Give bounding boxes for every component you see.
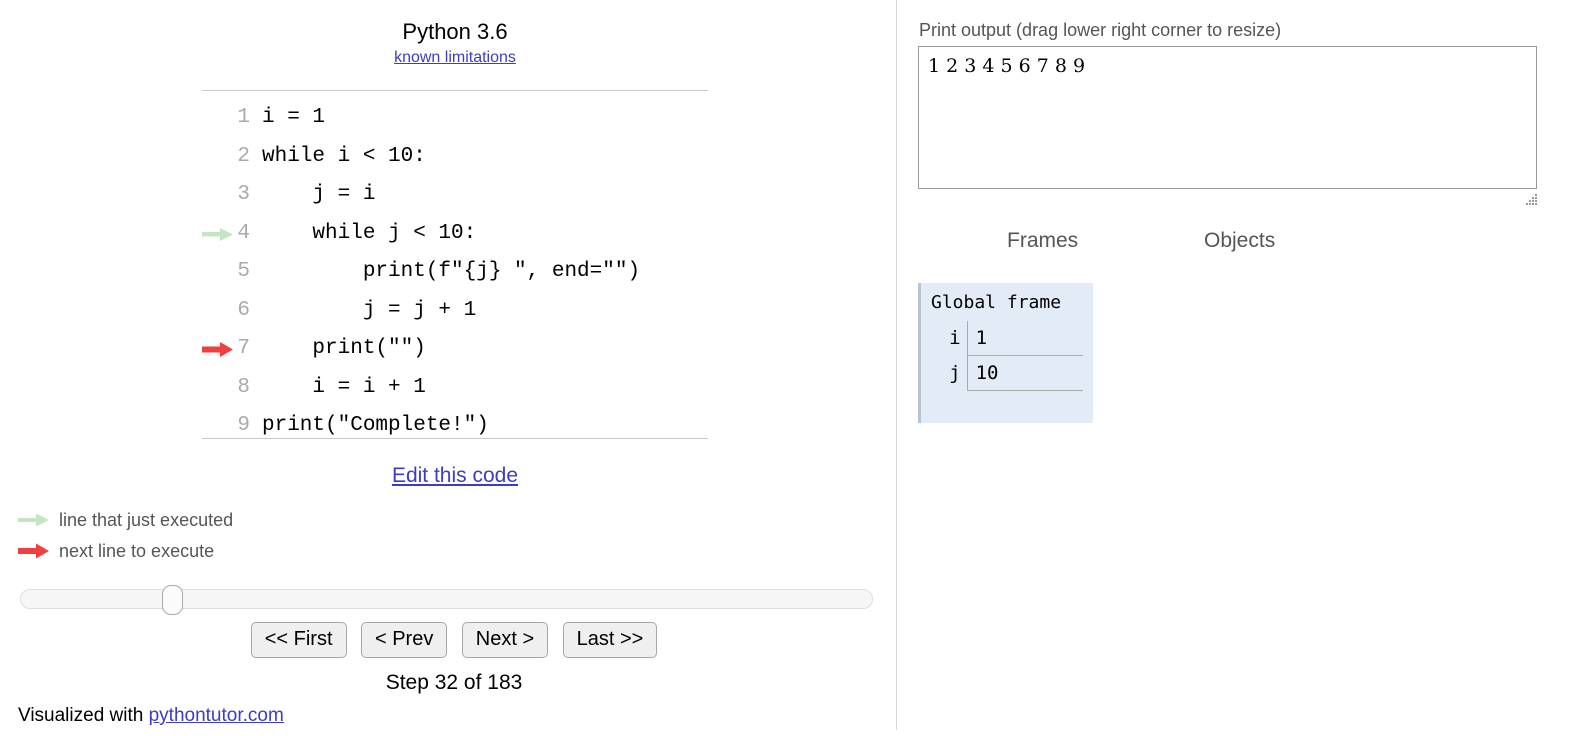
- code-line-text: while i < 10:: [262, 144, 426, 168]
- next-button[interactable]: Next >: [461, 622, 549, 658]
- edit-this-code-link[interactable]: Edit this code: [202, 464, 708, 488]
- global-frame-variables: i 1 j 10: [925, 321, 1083, 391]
- python-version-label: Python 3.6: [402, 19, 508, 44]
- code-header: Python 3.6 known limitations: [202, 18, 708, 68]
- green-arrow-icon: [202, 227, 233, 241]
- execution-legend: line that just executed next line to exe…: [18, 505, 233, 567]
- code-line: 8 i = i + 1: [202, 369, 708, 408]
- code-line-marker: [200, 292, 240, 331]
- code-line: 2 while i < 10:: [202, 138, 708, 177]
- code-visualizer-panel: Python 3.6 known limitations 1i = 1 2 whil…: [0, 0, 896, 736]
- code-line-text: print(f"{j} ", end=""): [262, 260, 641, 283]
- variable-row: j 10: [925, 355, 1083, 391]
- step-counter-label: Step 32 of 183: [385, 671, 523, 694]
- legend-label-next-to-execute: next line to execute: [59, 541, 215, 561]
- code-line-text: print(""): [262, 337, 426, 360]
- legend-row-next-to-execute: next line to execute: [18, 536, 233, 567]
- frames-objects-headers: Frames Objects: [897, 229, 1577, 259]
- code-divider-top: [202, 90, 708, 91]
- print-output-label: Print output (drag lower right corner to…: [919, 20, 1282, 40]
- code-line: 6 j = j + 1: [202, 292, 708, 331]
- code-line-text: print("Complete!"): [262, 414, 489, 437]
- code-line: 9 print("Complete!"): [202, 407, 708, 446]
- legend-row-just-executed: line that just executed: [18, 505, 233, 536]
- global-frame: Global frame i 1 j 10: [918, 283, 1093, 423]
- print-output-text: 1 2 3 4 5 6 7 8 9: [928, 55, 1092, 77]
- resize-grip-icon[interactable]: [1523, 193, 1539, 209]
- first-button[interactable]: << First: [250, 622, 347, 658]
- objects-header: Objects: [1204, 229, 1276, 252]
- last-button[interactable]: Last >>: [562, 622, 658, 658]
- code-line: 5 print(f"{j} ", end=""): [202, 253, 708, 292]
- code-line-text: j = i: [262, 183, 376, 206]
- legend-label-just-executed: line that just executed: [59, 510, 234, 530]
- variable-value: 1: [966, 321, 1083, 356]
- code-line-marker: [200, 176, 240, 215]
- code-line-text: while j < 10:: [262, 221, 477, 245]
- code-line-marker: [200, 138, 240, 177]
- frames-header: Frames: [1007, 229, 1079, 252]
- code-line-text: i = 1: [262, 106, 326, 129]
- code-line-text: i = i + 1: [262, 375, 426, 399]
- step-slider[interactable]: [20, 585, 873, 615]
- code-line-text: j = j + 1: [262, 298, 477, 322]
- code-line-marker: [200, 253, 240, 292]
- prev-button[interactable]: < Prev: [360, 622, 448, 658]
- navigation-buttons: << First < Prev Next > Last >>: [0, 622, 908, 658]
- green-arrow-icon: [18, 513, 49, 527]
- code-listing: 1i = 1 2 while i < 10: 3 j = i4 while j < 1…: [202, 99, 708, 446]
- code-line-marker: [200, 330, 240, 369]
- code-line: 3 j = i: [202, 176, 708, 215]
- variable-row: i1: [925, 321, 1083, 356]
- footer-credit: Visualized with pythontutor.com: [18, 705, 284, 727]
- red-arrow-icon: [18, 543, 49, 559]
- print-output-box[interactable]: 1 2 3 4 5 6 7 8 9: [918, 46, 1537, 189]
- variable-name: i: [949, 327, 961, 350]
- known-limitations-link[interactable]: known limitations: [394, 48, 516, 68]
- red-arrow-icon: [202, 342, 233, 357]
- code-line: 7 print(""): [202, 330, 708, 369]
- state-visualizer-panel: Print output (drag lower right corner to…: [897, 0, 1577, 736]
- variable-value: 10: [966, 355, 1083, 391]
- code-line: 4 while j < 10:: [202, 215, 708, 254]
- code-line-marker: [200, 407, 240, 446]
- code-line: 1i = 1: [202, 99, 708, 138]
- code-line-marker: [200, 99, 240, 138]
- step-slider-handle[interactable]: [162, 585, 183, 615]
- variable-name: j: [949, 362, 961, 384]
- code-line-marker: [200, 215, 240, 254]
- code-line-marker: [200, 369, 240, 408]
- code-divider-bottom: [202, 438, 708, 439]
- footer-credit-prefix: Visualized with: [18, 705, 149, 726]
- pythontutor-link[interactable]: pythontutor.com: [149, 705, 284, 726]
- global-frame-title: Global frame: [931, 292, 1062, 313]
